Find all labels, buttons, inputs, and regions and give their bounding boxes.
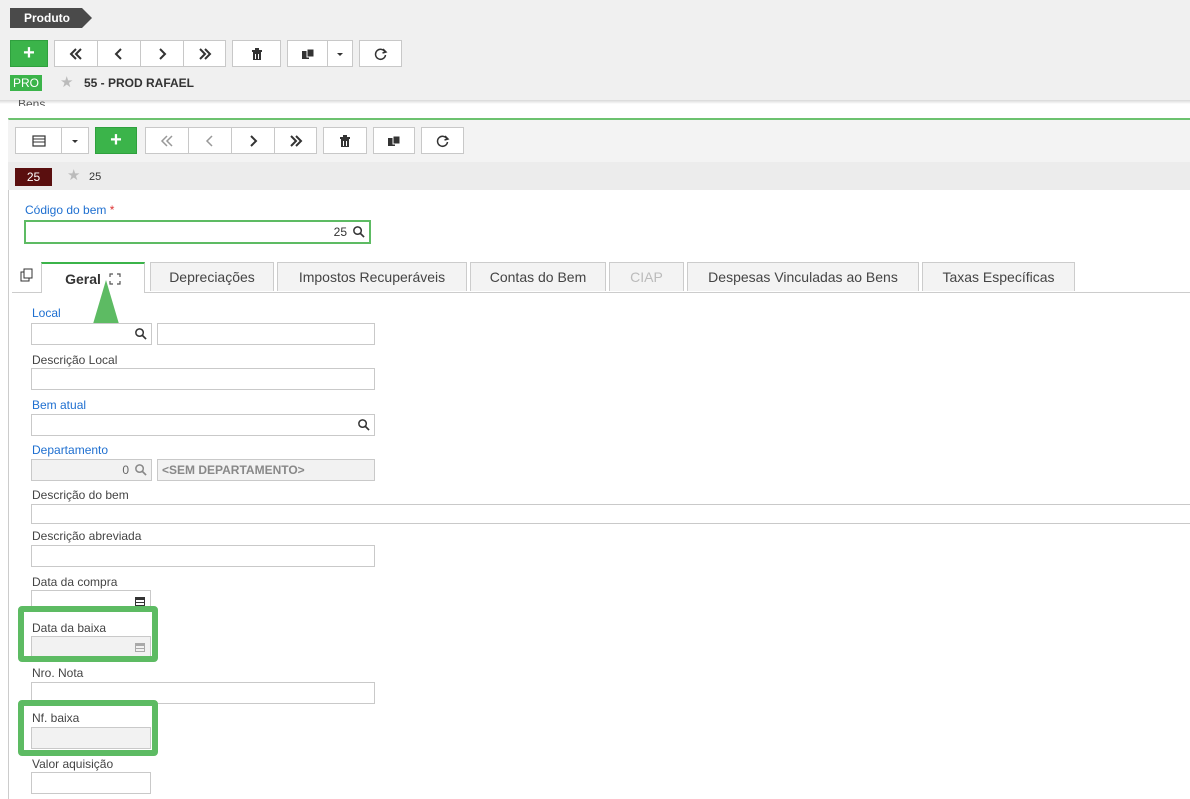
data-compra-label: Data da compra — [32, 575, 118, 589]
tab-taxas-especificas[interactable]: Taxas Específicas — [922, 262, 1075, 291]
tab-despesas-vinculadas[interactable]: Despesas Vinculadas ao Bens — [687, 262, 919, 291]
refresh-item-button[interactable] — [421, 127, 464, 154]
local-description-input[interactable] — [157, 323, 375, 345]
prev-icon — [205, 134, 213, 147]
departamento-description-input: <SEM DEPARTAMENTO> — [157, 459, 375, 481]
codigo-value: 25 — [333, 225, 347, 239]
add-button[interactable]: + — [10, 40, 48, 67]
next-item-button[interactable] — [231, 127, 274, 154]
module-badge: PRO — [10, 75, 43, 91]
valor-aquisicao-input[interactable] — [31, 772, 151, 794]
highlight-nf-baixa — [18, 700, 158, 756]
prev-button[interactable] — [97, 40, 140, 67]
copy-button[interactable] — [287, 40, 327, 67]
tab-ciap: CIAP — [609, 262, 684, 291]
plus-icon: + — [110, 129, 122, 151]
tab-bar: Geral Depreciações Impostos Recuperáveis… — [12, 262, 1190, 293]
next-button[interactable] — [140, 40, 183, 67]
first-button[interactable] — [54, 40, 97, 67]
main-toolbar: + — [10, 40, 402, 67]
search-icon[interactable] — [352, 225, 365, 238]
prev-item-button[interactable] — [188, 127, 231, 154]
tab-contas-do-bem[interactable]: Contas do Bem — [470, 262, 606, 291]
sub-toolbar-bar: + — [8, 120, 1190, 162]
delete-item-button[interactable] — [323, 127, 367, 154]
star-icon[interactable]: ★ — [67, 166, 80, 184]
record-bar — [8, 162, 1190, 190]
section-title: Bens — [18, 100, 45, 106]
codigo-label-text: Código do bem — [25, 203, 107, 217]
codigo-input[interactable]: 25 — [24, 220, 371, 244]
copy-group — [287, 40, 353, 67]
trash-icon — [340, 134, 350, 147]
last-icon — [289, 134, 302, 147]
refresh-icon — [374, 47, 387, 60]
last-icon — [198, 47, 211, 60]
descricao-local-label: Descrição Local — [32, 353, 118, 367]
departamento-description: <SEM DEPARTAMENTO> — [162, 463, 305, 477]
descricao-local-input[interactable] — [31, 368, 375, 390]
caret-down-icon — [337, 52, 343, 56]
refresh-icon — [436, 134, 449, 147]
view-dropdown-button[interactable] — [61, 127, 89, 154]
plus-icon: + — [23, 42, 35, 64]
last-item-button[interactable] — [274, 127, 317, 154]
nro-nota-label: Nro. Nota — [32, 666, 84, 680]
bem-atual-label: Bem atual — [32, 398, 87, 412]
required-mark: * — [109, 203, 115, 217]
prev-icon — [114, 47, 122, 60]
search-icon[interactable] — [134, 463, 147, 476]
departamento-value: 0 — [122, 463, 129, 477]
departamento-code-input[interactable]: 0 — [31, 459, 152, 481]
star-icon[interactable]: ★ — [60, 73, 73, 91]
copy-icon — [301, 48, 314, 59]
valor-aquisicao-label: Valor aquisição — [32, 757, 114, 771]
record-label: 25 — [89, 171, 102, 183]
breadcrumb[interactable]: Produto — [10, 8, 92, 28]
caret-down-icon — [72, 139, 78, 143]
descricao-bem-input[interactable] — [31, 504, 1190, 524]
first-item-button[interactable] — [145, 127, 188, 154]
departamento-label: Departamento — [32, 443, 109, 457]
descricao-abreviada-input[interactable] — [31, 545, 375, 567]
trash-icon — [251, 47, 262, 60]
top-header: Produto + PRO ★ 55 - PROD RAFAEL — [0, 0, 1190, 100]
copy-icon — [388, 135, 401, 146]
tab-impostos-recuperaveis[interactable]: Impostos Recuperáveis — [277, 262, 467, 291]
grid-view-button[interactable] — [15, 127, 61, 154]
bem-atual-input[interactable] — [31, 414, 375, 436]
grid-icon — [31, 134, 46, 147]
copy-item-button[interactable] — [373, 127, 415, 154]
delete-button[interactable] — [232, 40, 281, 67]
sub-nav-group — [145, 127, 317, 154]
view-group — [15, 127, 89, 154]
first-icon — [69, 47, 82, 60]
descricao-bem-label: Descrição do bem — [32, 488, 129, 502]
nav-group — [54, 40, 226, 67]
clone-icon[interactable] — [20, 268, 34, 282]
add-item-button[interactable]: + — [95, 127, 137, 154]
search-icon[interactable] — [134, 327, 147, 340]
copy-dropdown-button[interactable] — [327, 40, 353, 67]
last-button[interactable] — [183, 40, 226, 67]
local-label: Local — [32, 306, 61, 320]
next-icon — [250, 134, 258, 147]
first-icon — [160, 134, 173, 147]
refresh-button[interactable] — [359, 40, 402, 67]
record-badge: 25 — [15, 168, 52, 186]
tab-depreciacoes[interactable]: Depreciações — [150, 262, 274, 291]
codigo-label: Código do bem * — [25, 203, 114, 217]
highlight-data-baixa — [18, 606, 158, 662]
search-icon[interactable] — [357, 418, 370, 431]
descricao-abreviada-label: Descrição abreviada — [32, 529, 142, 543]
record-title: 55 - PROD RAFAEL — [84, 76, 195, 90]
local-code-input[interactable] — [31, 323, 152, 345]
header-shadow — [0, 100, 1190, 104]
sub-toolbar: + — [15, 127, 464, 154]
next-icon — [159, 47, 167, 60]
